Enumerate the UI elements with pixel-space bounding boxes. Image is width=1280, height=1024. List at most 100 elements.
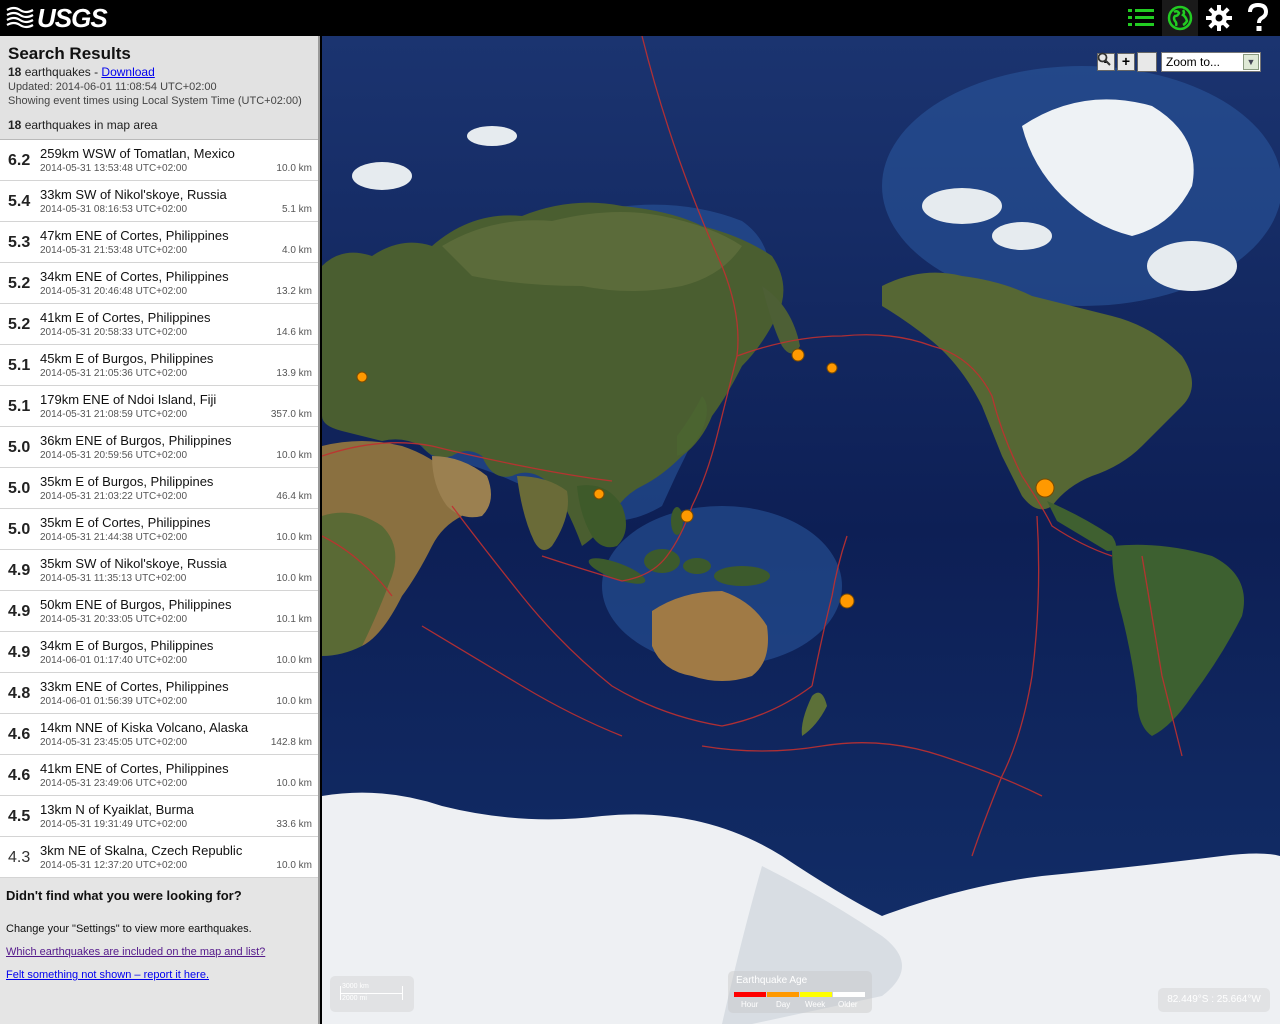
earthquake-marker-nikolskoye[interactable] xyxy=(791,348,805,362)
earthquake-marker-burma[interactable] xyxy=(593,488,605,500)
zoom-in-button[interactable]: + xyxy=(1117,53,1135,71)
list-item[interactable]: 4.8 33km ENE of Cortes, Philippines 2014-0… xyxy=(0,673,318,714)
earthquake-magnitude: 4.5 xyxy=(8,808,31,825)
earthquake-place: 14km NNE of Kiska Volcano, Alaska xyxy=(40,720,249,735)
earthquake-magnitude: 5.1 xyxy=(8,357,31,374)
earthquake-time: 2014-05-31 23:49:06 UTC+02:00 xyxy=(40,778,188,789)
earthquake-depth: 357.0 km xyxy=(270,409,312,420)
earthquake-place: 33km SW of Nikol'skoye, Russia xyxy=(40,187,227,202)
list-item[interactable]: 4.3 3km NE of Skalna, Czech Republic 2014-… xyxy=(0,837,318,878)
earthquake-depth: 10.0 km xyxy=(276,163,312,174)
earthquake-time: 2014-05-31 21:03:22 UTC+02:00 xyxy=(40,491,188,502)
download-link[interactable]: Download xyxy=(101,65,154,79)
earthquake-place: 34km ENE of Cortes, Philippines xyxy=(40,269,229,284)
help-settings-text: Change your "Settings" to view more eart… xyxy=(6,923,252,935)
list-item[interactable]: 6.2 259km WSW of Tomatlan, Mexico 2014-05-… xyxy=(0,140,318,181)
earthquake-depth: 4.0 km xyxy=(281,245,312,256)
list-item[interactable]: 5.0 36km ENE of Burgos, Philippines 2014-0… xyxy=(0,427,318,468)
earthquake-depth: 10.0 km xyxy=(276,450,312,461)
list-item[interactable]: 4.9 34km E of Burgos, Philippines 2014-06-… xyxy=(0,632,318,673)
list-item[interactable]: 5.0 35km E of Cortes, Philippines 2014-05-… xyxy=(0,509,318,550)
map-view-button[interactable] xyxy=(1162,0,1198,36)
timezone-note: Showing event times using Local System T… xyxy=(8,95,302,107)
earthquake-time: 2014-05-31 13:53:48 UTC+02:00 xyxy=(40,163,188,174)
earthquake-time: 2014-05-31 23:45:05 UTC+02:00 xyxy=(40,737,188,748)
results-sidebar: Search Results 18 earthquakes - Download… xyxy=(0,36,320,1024)
list-item[interactable]: 5.4 33km SW of Nikol'skoye, Russia 2014-05… xyxy=(0,181,318,222)
zoom-to-select[interactable]: Zoom to... ▼ xyxy=(1161,52,1261,72)
question-mark-icon xyxy=(1248,3,1269,31)
earthquake-map[interactable]: - + Zoom to... ▼ 3000 km 2000 mi Earthqu… xyxy=(322,36,1280,1024)
help-section: Didn't find what you were looking for? C… xyxy=(0,878,318,1002)
list-item[interactable]: 5.1 179km ENE of Ndoi Island, Fiji 2014-05… xyxy=(0,386,318,427)
zoom-to-label: Zoom to... xyxy=(1166,55,1221,69)
list-item[interactable]: 4.9 35km SW of Nikol'skoye, Russia 2014-05… xyxy=(0,550,318,591)
legend-swatch-hour xyxy=(734,992,766,997)
earthquake-time: 2014-06-01 01:17:40 UTC+02:00 xyxy=(40,655,188,666)
legend-title: Earthquake Age xyxy=(736,975,808,986)
earthquake-depth: 13.9 km xyxy=(276,368,312,379)
earthquake-marker-fiji[interactable] xyxy=(839,593,855,609)
earthquake-depth: 46.4 km xyxy=(276,491,312,502)
earthquake-marker-philippines[interactable] xyxy=(680,509,694,523)
earthquake-magnitude: 6.2 xyxy=(8,152,31,169)
list-item[interactable]: 5.1 45km E of Burgos, Philippines 2014-05-… xyxy=(0,345,318,386)
earthquake-magnitude: 4.9 xyxy=(8,603,31,620)
earthquake-marker-mexico[interactable] xyxy=(1035,478,1055,498)
earthquake-time: 2014-05-31 21:05:36 UTC+02:00 xyxy=(40,368,188,379)
search-button[interactable] xyxy=(1097,52,1157,72)
earthquake-time: 2014-05-31 21:44:38 UTC+02:00 xyxy=(40,532,188,543)
earthquake-place: 179km ENE of Ndoi Island, Fiji xyxy=(40,392,217,407)
map-area-label: earthquakes in map area xyxy=(21,118,158,132)
count-number: 18 xyxy=(8,65,22,79)
earthquake-depth: 13.2 km xyxy=(276,286,312,297)
list-item[interactable]: 5.3 47km ENE of Cortes, Philippines 2014-0… xyxy=(0,222,318,263)
earthquake-depth: 33.6 km xyxy=(276,819,312,830)
settings-button[interactable] xyxy=(1201,0,1237,36)
help-button[interactable] xyxy=(1240,0,1276,36)
earthquake-magnitude: 4.8 xyxy=(8,685,31,702)
list-item[interactable]: 5.2 41km E of Cortes, Philippines 2014-05-… xyxy=(0,304,318,345)
map-area-count: 18 earthquakes in map area xyxy=(8,118,310,133)
page-title: Search Results xyxy=(8,44,131,63)
list-view-button[interactable] xyxy=(1123,0,1159,36)
earthquake-list: 6.2 259km WSW of Tomatlan, Mexico 2014-05-… xyxy=(0,140,318,878)
list-item[interactable]: 5.2 34km ENE of Cortes, Philippines 2014-0… xyxy=(0,263,318,304)
earthquake-age-legend: Earthquake Age Hour Day Week Older xyxy=(728,971,872,1013)
earthquake-place: 35km E of Burgos, Philippines xyxy=(40,474,214,489)
earthquake-place: 35km E of Cortes, Philippines xyxy=(40,515,211,530)
list-item[interactable]: 4.9 50km ENE of Burgos, Philippines 2014-0… xyxy=(0,591,318,632)
earthquake-time: 2014-05-31 08:16:53 UTC+02:00 xyxy=(40,204,188,215)
earthquake-marker-kiska[interactable] xyxy=(826,362,838,374)
magnifier-icon xyxy=(1097,52,1111,66)
earthquake-time: 2014-05-31 20:46:48 UTC+02:00 xyxy=(40,286,188,297)
list-item[interactable]: 4.6 14km NNE of Kiska Volcano, Alaska 2014… xyxy=(0,714,318,755)
scale-mi: 2000 mi xyxy=(342,995,367,1002)
earthquake-place: 36km ENE of Burgos, Philippines xyxy=(40,433,232,448)
earthquake-place: 33km ENE of Cortes, Philippines xyxy=(40,679,229,694)
earthquake-place: 41km ENE of Cortes, Philippines xyxy=(40,761,229,776)
earthquake-depth: 10.0 km xyxy=(276,860,312,871)
list-item[interactable]: 4.6 41km ENE of Cortes, Philippines 2014-0… xyxy=(0,755,318,796)
earthquake-magnitude: 5.2 xyxy=(8,316,31,333)
earthquake-time: 2014-05-31 20:33:05 UTC+02:00 xyxy=(40,614,188,625)
world-map[interactable] xyxy=(322,36,1280,1024)
report-felt-link[interactable]: Felt something not shown – report it her… xyxy=(6,969,312,981)
list-icon xyxy=(1128,9,1154,26)
legend-label-older: Older xyxy=(838,1000,858,1009)
earthquake-depth: 142.8 km xyxy=(270,737,312,748)
list-item[interactable]: 5.0 35km E of Burgos, Philippines 2014-05-… xyxy=(0,468,318,509)
earthquake-magnitude: 5.0 xyxy=(8,521,31,538)
earthquake-time: 2014-05-31 20:59:56 UTC+02:00 xyxy=(40,450,188,461)
earthquake-time: 2014-05-31 12:37:20 UTC+02:00 xyxy=(40,860,188,871)
scale-tick-left xyxy=(340,986,341,1000)
usgs-logo[interactable]: USGS xyxy=(6,3,108,33)
search-summary: Search Results 18 earthquakes - Download… xyxy=(0,36,318,140)
earthquake-depth: 10.0 km xyxy=(276,696,312,707)
included-earthquakes-link[interactable]: Which earthquakes are included on the ma… xyxy=(6,946,312,958)
updated-time: Updated: 2014-06-01 11:08:54 UTC+02:00 xyxy=(8,81,217,93)
earthquake-time: 2014-05-31 20:58:33 UTC+02:00 xyxy=(40,327,188,338)
earthquake-marker-czech[interactable] xyxy=(356,371,368,383)
map-scale: 3000 km 2000 mi xyxy=(330,976,414,1012)
list-item[interactable]: 4.5 13km N of Kyaiklat, Burma 2014-05-31 1… xyxy=(0,796,318,837)
